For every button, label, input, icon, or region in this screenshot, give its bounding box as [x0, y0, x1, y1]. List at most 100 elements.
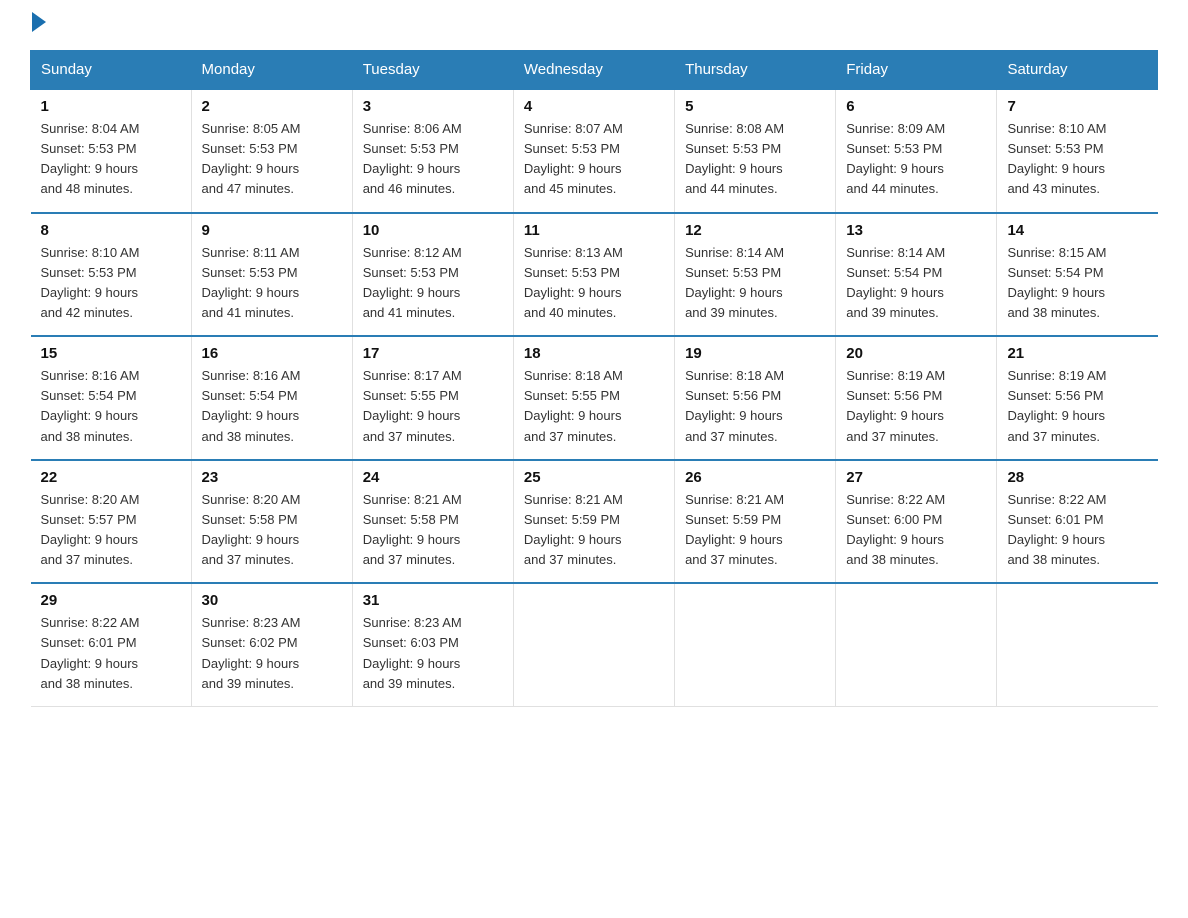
day-number: 1 [41, 98, 181, 115]
day-info: Sunrise: 8:17 AM Sunset: 5:55 PM Dayligh… [363, 366, 503, 447]
day-info: Sunrise: 8:10 AM Sunset: 5:53 PM Dayligh… [1007, 119, 1147, 200]
day-info: Sunrise: 8:22 AM Sunset: 6:01 PM Dayligh… [1007, 490, 1147, 571]
day-info: Sunrise: 8:15 AM Sunset: 5:54 PM Dayligh… [1007, 243, 1147, 324]
day-info: Sunrise: 8:14 AM Sunset: 5:53 PM Dayligh… [685, 243, 825, 324]
calendar-cell: 24 Sunrise: 8:21 AM Sunset: 5:58 PM Dayl… [352, 460, 513, 584]
day-number: 31 [363, 592, 503, 609]
day-info: Sunrise: 8:18 AM Sunset: 5:55 PM Dayligh… [524, 366, 664, 447]
day-number: 4 [524, 98, 664, 115]
day-info: Sunrise: 8:20 AM Sunset: 5:57 PM Dayligh… [41, 490, 181, 571]
day-number: 29 [41, 592, 181, 609]
day-info: Sunrise: 8:16 AM Sunset: 5:54 PM Dayligh… [202, 366, 342, 447]
day-number: 20 [846, 345, 986, 362]
calendar-cell: 16 Sunrise: 8:16 AM Sunset: 5:54 PM Dayl… [191, 336, 352, 460]
day-number: 15 [41, 345, 181, 362]
day-number: 14 [1007, 222, 1147, 239]
day-info: Sunrise: 8:10 AM Sunset: 5:53 PM Dayligh… [41, 243, 181, 324]
calendar-table: SundayMondayTuesdayWednesdayThursdayFrid… [30, 50, 1158, 707]
day-number: 24 [363, 469, 503, 486]
day-info: Sunrise: 8:23 AM Sunset: 6:02 PM Dayligh… [202, 613, 342, 694]
calendar-cell: 5 Sunrise: 8:08 AM Sunset: 5:53 PM Dayli… [675, 89, 836, 213]
page-header [30, 20, 1158, 32]
day-header-monday: Monday [191, 51, 352, 90]
calendar-cell: 18 Sunrise: 8:18 AM Sunset: 5:55 PM Dayl… [513, 336, 674, 460]
calendar-cell: 21 Sunrise: 8:19 AM Sunset: 5:56 PM Dayl… [997, 336, 1158, 460]
day-info: Sunrise: 8:23 AM Sunset: 6:03 PM Dayligh… [363, 613, 503, 694]
calendar-cell: 14 Sunrise: 8:15 AM Sunset: 5:54 PM Dayl… [997, 213, 1158, 337]
day-number: 12 [685, 222, 825, 239]
calendar-cell [836, 583, 997, 706]
calendar-cell [513, 583, 674, 706]
day-number: 22 [41, 469, 181, 486]
day-info: Sunrise: 8:21 AM Sunset: 5:59 PM Dayligh… [524, 490, 664, 571]
calendar-cell: 31 Sunrise: 8:23 AM Sunset: 6:03 PM Dayl… [352, 583, 513, 706]
day-info: Sunrise: 8:14 AM Sunset: 5:54 PM Dayligh… [846, 243, 986, 324]
calendar-cell: 10 Sunrise: 8:12 AM Sunset: 5:53 PM Dayl… [352, 213, 513, 337]
day-info: Sunrise: 8:19 AM Sunset: 5:56 PM Dayligh… [1007, 366, 1147, 447]
calendar-cell: 22 Sunrise: 8:20 AM Sunset: 5:57 PM Dayl… [31, 460, 192, 584]
calendar-cell: 15 Sunrise: 8:16 AM Sunset: 5:54 PM Dayl… [31, 336, 192, 460]
day-info: Sunrise: 8:13 AM Sunset: 5:53 PM Dayligh… [524, 243, 664, 324]
day-info: Sunrise: 8:09 AM Sunset: 5:53 PM Dayligh… [846, 119, 986, 200]
calendar-cell: 25 Sunrise: 8:21 AM Sunset: 5:59 PM Dayl… [513, 460, 674, 584]
day-number: 8 [41, 222, 181, 239]
calendar-cell: 9 Sunrise: 8:11 AM Sunset: 5:53 PM Dayli… [191, 213, 352, 337]
logo-arrow-icon [32, 12, 46, 32]
day-number: 30 [202, 592, 342, 609]
calendar-cell: 27 Sunrise: 8:22 AM Sunset: 6:00 PM Dayl… [836, 460, 997, 584]
day-number: 2 [202, 98, 342, 115]
day-number: 6 [846, 98, 986, 115]
calendar-week-row: 15 Sunrise: 8:16 AM Sunset: 5:54 PM Dayl… [31, 336, 1158, 460]
day-info: Sunrise: 8:18 AM Sunset: 5:56 PM Dayligh… [685, 366, 825, 447]
calendar-cell: 1 Sunrise: 8:04 AM Sunset: 5:53 PM Dayli… [31, 89, 192, 213]
day-info: Sunrise: 8:21 AM Sunset: 5:59 PM Dayligh… [685, 490, 825, 571]
calendar-cell: 19 Sunrise: 8:18 AM Sunset: 5:56 PM Dayl… [675, 336, 836, 460]
calendar-cell: 28 Sunrise: 8:22 AM Sunset: 6:01 PM Dayl… [997, 460, 1158, 584]
day-header-thursday: Thursday [675, 51, 836, 90]
day-number: 13 [846, 222, 986, 239]
day-number: 27 [846, 469, 986, 486]
day-info: Sunrise: 8:22 AM Sunset: 6:00 PM Dayligh… [846, 490, 986, 571]
day-info: Sunrise: 8:19 AM Sunset: 5:56 PM Dayligh… [846, 366, 986, 447]
day-info: Sunrise: 8:07 AM Sunset: 5:53 PM Dayligh… [524, 119, 664, 200]
day-header-sunday: Sunday [31, 51, 192, 90]
day-info: Sunrise: 8:20 AM Sunset: 5:58 PM Dayligh… [202, 490, 342, 571]
calendar-week-row: 8 Sunrise: 8:10 AM Sunset: 5:53 PM Dayli… [31, 213, 1158, 337]
day-header-friday: Friday [836, 51, 997, 90]
day-number: 28 [1007, 469, 1147, 486]
day-info: Sunrise: 8:04 AM Sunset: 5:53 PM Dayligh… [41, 119, 181, 200]
day-number: 11 [524, 222, 664, 239]
day-number: 19 [685, 345, 825, 362]
calendar-cell: 12 Sunrise: 8:14 AM Sunset: 5:53 PM Dayl… [675, 213, 836, 337]
day-info: Sunrise: 8:21 AM Sunset: 5:58 PM Dayligh… [363, 490, 503, 571]
calendar-cell: 13 Sunrise: 8:14 AM Sunset: 5:54 PM Dayl… [836, 213, 997, 337]
day-info: Sunrise: 8:05 AM Sunset: 5:53 PM Dayligh… [202, 119, 342, 200]
day-number: 10 [363, 222, 503, 239]
day-info: Sunrise: 8:08 AM Sunset: 5:53 PM Dayligh… [685, 119, 825, 200]
calendar-cell: 8 Sunrise: 8:10 AM Sunset: 5:53 PM Dayli… [31, 213, 192, 337]
calendar-cell: 4 Sunrise: 8:07 AM Sunset: 5:53 PM Dayli… [513, 89, 674, 213]
day-header-saturday: Saturday [997, 51, 1158, 90]
day-info: Sunrise: 8:06 AM Sunset: 5:53 PM Dayligh… [363, 119, 503, 200]
day-number: 21 [1007, 345, 1147, 362]
calendar-cell: 2 Sunrise: 8:05 AM Sunset: 5:53 PM Dayli… [191, 89, 352, 213]
day-number: 23 [202, 469, 342, 486]
day-number: 18 [524, 345, 664, 362]
day-header-tuesday: Tuesday [352, 51, 513, 90]
calendar-week-row: 22 Sunrise: 8:20 AM Sunset: 5:57 PM Dayl… [31, 460, 1158, 584]
day-header-wednesday: Wednesday [513, 51, 674, 90]
day-info: Sunrise: 8:22 AM Sunset: 6:01 PM Dayligh… [41, 613, 181, 694]
day-info: Sunrise: 8:11 AM Sunset: 5:53 PM Dayligh… [202, 243, 342, 324]
calendar-cell: 29 Sunrise: 8:22 AM Sunset: 6:01 PM Dayl… [31, 583, 192, 706]
calendar-cell: 20 Sunrise: 8:19 AM Sunset: 5:56 PM Dayl… [836, 336, 997, 460]
calendar-cell: 6 Sunrise: 8:09 AM Sunset: 5:53 PM Dayli… [836, 89, 997, 213]
calendar-cell [997, 583, 1158, 706]
day-number: 26 [685, 469, 825, 486]
calendar-cell [675, 583, 836, 706]
calendar-cell: 17 Sunrise: 8:17 AM Sunset: 5:55 PM Dayl… [352, 336, 513, 460]
day-number: 3 [363, 98, 503, 115]
day-number: 17 [363, 345, 503, 362]
logo [30, 20, 46, 32]
day-info: Sunrise: 8:16 AM Sunset: 5:54 PM Dayligh… [41, 366, 181, 447]
day-number: 7 [1007, 98, 1147, 115]
